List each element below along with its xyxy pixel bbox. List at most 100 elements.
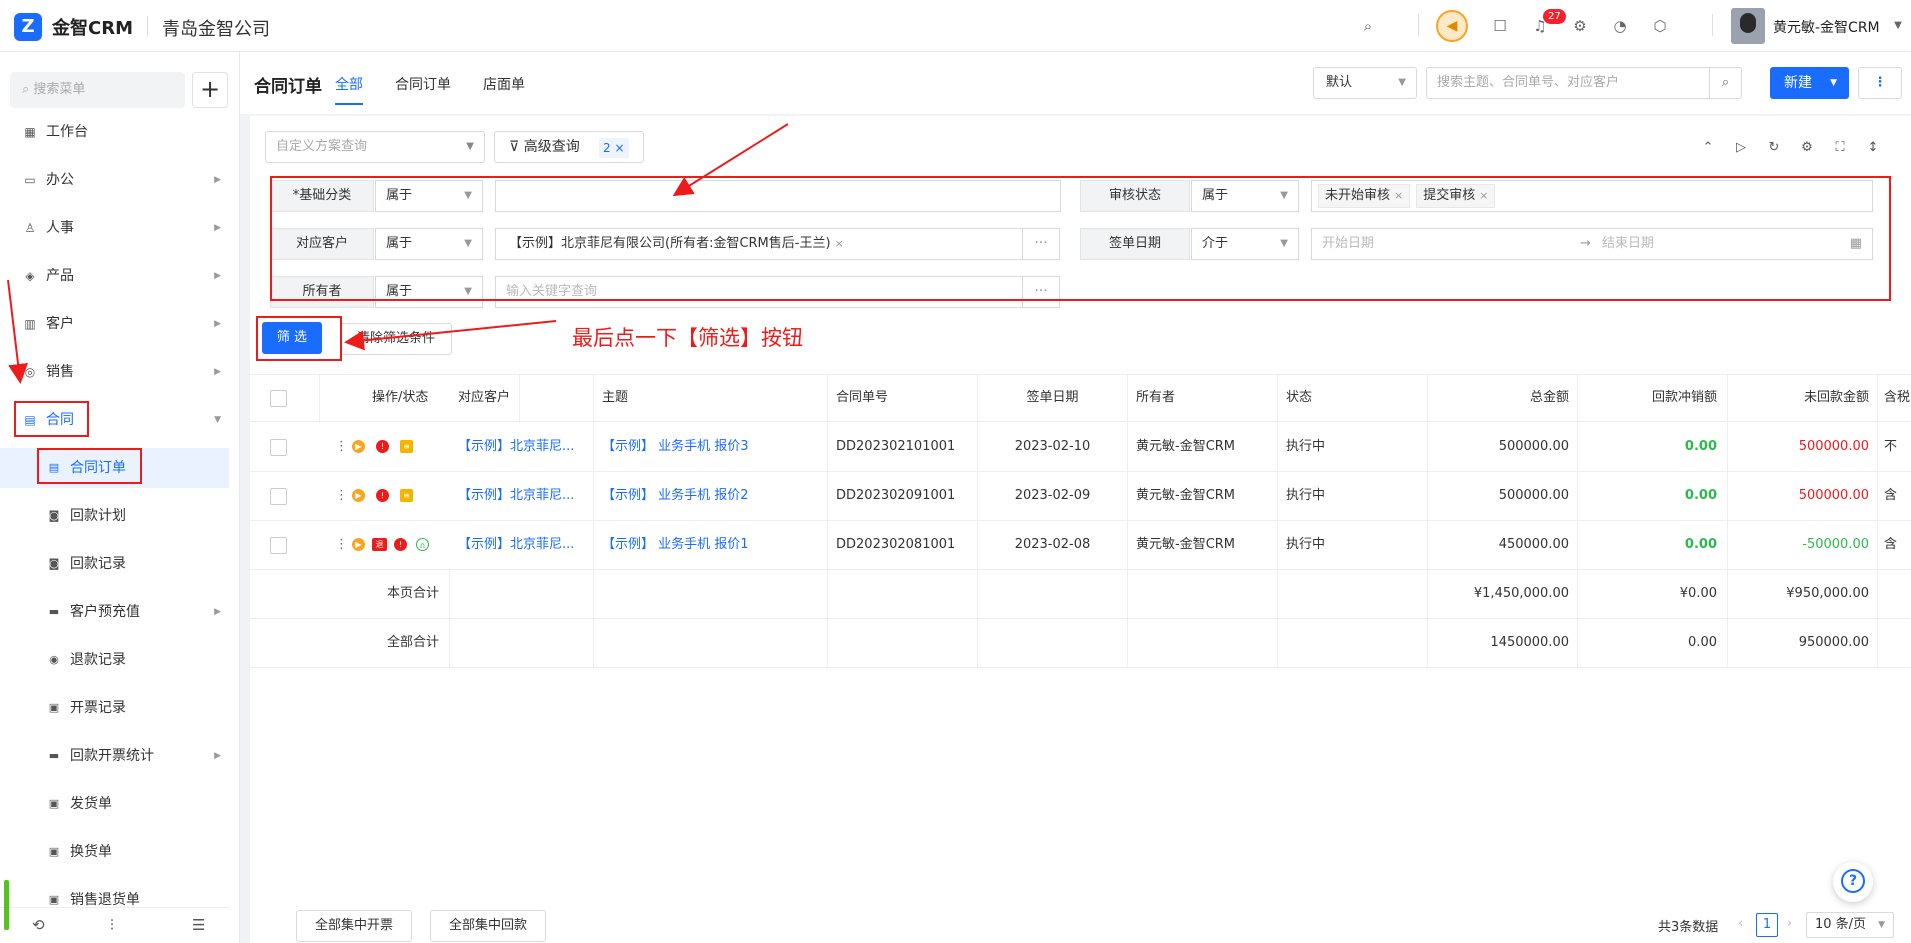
people-icon: ♙: [24, 221, 36, 235]
play-icon[interactable]: ▶: [352, 489, 365, 502]
alert-icon[interactable]: !: [394, 538, 407, 551]
gear-icon[interactable]: ⚙: [1570, 16, 1590, 36]
contract-no: DD202302081001: [828, 521, 978, 569]
next-page-icon[interactable]: ›: [1787, 916, 1792, 931]
document-icon[interactable]: ≡: [400, 440, 413, 453]
sidebar-item-payment-record[interactable]: ◙ 回款记录: [0, 544, 229, 584]
header-customer: 对应客户: [450, 374, 594, 422]
fullscreen-icon[interactable]: ⛶: [1832, 140, 1848, 155]
customer-link[interactable]: 【示例】北京菲尼...: [450, 472, 594, 520]
play-icon[interactable]: ▶: [352, 538, 365, 551]
owner: 黄元敏-金智CRM: [1128, 472, 1278, 520]
new-button[interactable]: 新建 ▼: [1770, 67, 1849, 99]
chevron-down-icon: ▼: [1878, 920, 1885, 930]
avatar[interactable]: [1731, 8, 1765, 44]
table-row[interactable]: ⋮ ▶ ! ≡ 【示例】北京菲尼... 【示例】 业务手机 报价2 DD2023…: [250, 472, 1911, 521]
subject-link[interactable]: 【示例】 业务手机 报价2: [594, 472, 828, 520]
search-input[interactable]: 搜索主题、合同单号、对应客户: [1426, 67, 1710, 99]
sidebar-item-sales[interactable]: ◎ 销售 ▶: [0, 352, 229, 392]
chevron-right-icon: ▶: [214, 607, 221, 617]
table-row[interactable]: ⋮ ▶ ! ≡ 【示例】北京菲尼... 【示例】 业务手机 报价3 DD2023…: [250, 423, 1911, 472]
sidebar-item-office[interactable]: ▭ 办公 ▶: [0, 160, 229, 200]
view-select[interactable]: 默认 ▼: [1313, 67, 1417, 99]
chevron-right-icon: ▶: [214, 175, 221, 185]
announcement-icon[interactable]: ◀: [1436, 10, 1468, 42]
batch-invoice-button[interactable]: 全部集中开票: [296, 910, 412, 942]
select-all-checkbox[interactable]: [270, 390, 287, 407]
settings-icon[interactable]: ⚙: [1799, 140, 1815, 155]
more-button[interactable]: ⋮: [1858, 67, 1902, 99]
alert-icon[interactable]: !: [376, 489, 389, 502]
batch-payment-button[interactable]: 全部集中回款: [430, 910, 546, 942]
sidebar-item-payment-invoice-stats[interactable]: ▬ 回款开票统计 ▶: [0, 736, 229, 776]
add-menu-button[interactable]: +: [192, 72, 228, 108]
tab-all[interactable]: 全部: [335, 74, 363, 94]
clear-filter-button[interactable]: 清除筛选条件: [340, 323, 452, 355]
advanced-query-button[interactable]: ⊽ 高级查询 2 ×: [494, 131, 644, 163]
pie-chart-icon[interactable]: ◔: [1610, 16, 1630, 36]
page-size-select[interactable]: 10 条/页 ▼: [1806, 912, 1894, 938]
sidebar-item-delivery[interactable]: ▣ 发货单: [0, 784, 229, 824]
page-total-unpaid: ¥950,000.00: [1728, 570, 1878, 618]
row-checkbox[interactable]: [270, 537, 287, 554]
customer-link[interactable]: 【示例】北京菲尼...: [450, 423, 594, 471]
customer-link[interactable]: 【示例】北京菲尼...: [450, 521, 594, 569]
search-icon[interactable]: ⌕: [1358, 16, 1378, 36]
more-icon[interactable]: ⋮: [335, 472, 348, 520]
annotation-box-filter-button: [256, 316, 342, 361]
document-icon[interactable]: ≡: [400, 489, 413, 502]
subject-link[interactable]: 【示例】 业务手机 报价3: [594, 423, 828, 471]
more-icon[interactable]: ⋮: [335, 423, 348, 471]
table-row[interactable]: ⋮ ▶ 退 ! ∩ 【示例】北京菲尼... 【示例】 业务手机 报价1 DD20…: [250, 521, 1911, 570]
refund-badge[interactable]: 退: [372, 538, 387, 551]
search-icon: ⌕: [1721, 75, 1730, 90]
tab-store-order[interactable]: 店面单: [483, 74, 525, 94]
sidebar-item-exchange[interactable]: ▣ 换货单: [0, 832, 229, 872]
sidebar-item-hr[interactable]: ♙ 人事 ▶: [0, 208, 229, 248]
chevron-down-icon[interactable]: ▼: [1888, 16, 1908, 36]
play-icon[interactable]: ▷: [1733, 140, 1749, 155]
header-owner: 所有者: [1128, 374, 1278, 422]
refund-icon: ◉: [49, 653, 59, 666]
sidebar-item-customer[interactable]: ▥ 客户 ▶: [0, 304, 229, 344]
contacts-icon[interactable]: ☐: [1490, 16, 1510, 36]
expand-height-icon[interactable]: ↕: [1865, 140, 1881, 155]
page-number[interactable]: 1: [1756, 913, 1778, 937]
row-checkbox[interactable]: [270, 488, 287, 505]
alert-icon[interactable]: !: [376, 440, 389, 453]
prev-page-icon[interactable]: ‹: [1738, 916, 1743, 931]
user-name[interactable]: 黄元敏-金智CRM: [1773, 17, 1880, 37]
sidebar-item-refund[interactable]: ◉ 退款记录: [0, 640, 229, 680]
history-icon[interactable]: ⟲: [32, 916, 45, 934]
top-bar: Z 金智CRM 青岛金智公司 ⌕ ◀ ☐ ♫ 27 ⚙ ◔ ⬡ 黄元敏-金智CR…: [0, 0, 1911, 52]
invoice-icon: ▣: [48, 701, 60, 714]
cube-icon[interactable]: ⬡: [1650, 16, 1670, 36]
sidebar-item-workbench[interactable]: ▦ 工作台: [0, 112, 229, 152]
sidebar-item-prepaid[interactable]: ▬ 客户预充值 ▶: [0, 592, 229, 632]
scheme-select[interactable]: 自定义方案查询 ▼: [265, 131, 485, 163]
play-icon[interactable]: ▶: [352, 440, 365, 453]
notification-badge: 27: [1543, 9, 1566, 24]
sidebar-item-invoice[interactable]: ▣ 开票记录: [0, 688, 229, 728]
sidebar-item-product[interactable]: ◈ 产品 ▶: [0, 256, 229, 296]
tab-contract-order[interactable]: 合同订单: [395, 74, 451, 94]
sidebar-footer: ⟲ ⫶ ☰: [0, 907, 229, 943]
company-name[interactable]: 青岛金智公司: [162, 15, 270, 41]
subject-link[interactable]: 【示例】 业务手机 报价1: [594, 521, 828, 569]
headset-icon[interactable]: ∩: [416, 538, 429, 551]
more-icon[interactable]: ⋮: [335, 521, 348, 569]
question-icon: ?: [1841, 869, 1865, 893]
tax-flag: 不: [1884, 439, 1898, 454]
collapse-up-icon[interactable]: ⌃: [1700, 140, 1716, 155]
status: 执行中: [1278, 521, 1428, 569]
help-button[interactable]: ?: [1833, 862, 1873, 902]
menu-search-input[interactable]: ⌕ 搜索菜单: [10, 72, 185, 108]
collapse-menu-icon[interactable]: ☰: [192, 916, 205, 934]
main-panel: 自定义方案查询 ▼ ⊽ 高级查询 2 × ⌃ ▷ ↻ ⚙ ⛶ ↕ *基础分类 属于 ▼…: [250, 116, 1911, 943]
sliders-icon[interactable]: ⫶: [110, 916, 114, 934]
search-button[interactable]: ⌕: [1709, 67, 1742, 99]
page-total-row: 本页合计 ¥1,450,000.00 ¥0.00 ¥950,000.00: [250, 570, 1911, 619]
row-checkbox[interactable]: [270, 439, 287, 456]
sidebar-item-payment-plan[interactable]: ◙ 回款计划: [0, 496, 229, 536]
refresh-icon[interactable]: ↻: [1766, 140, 1782, 155]
